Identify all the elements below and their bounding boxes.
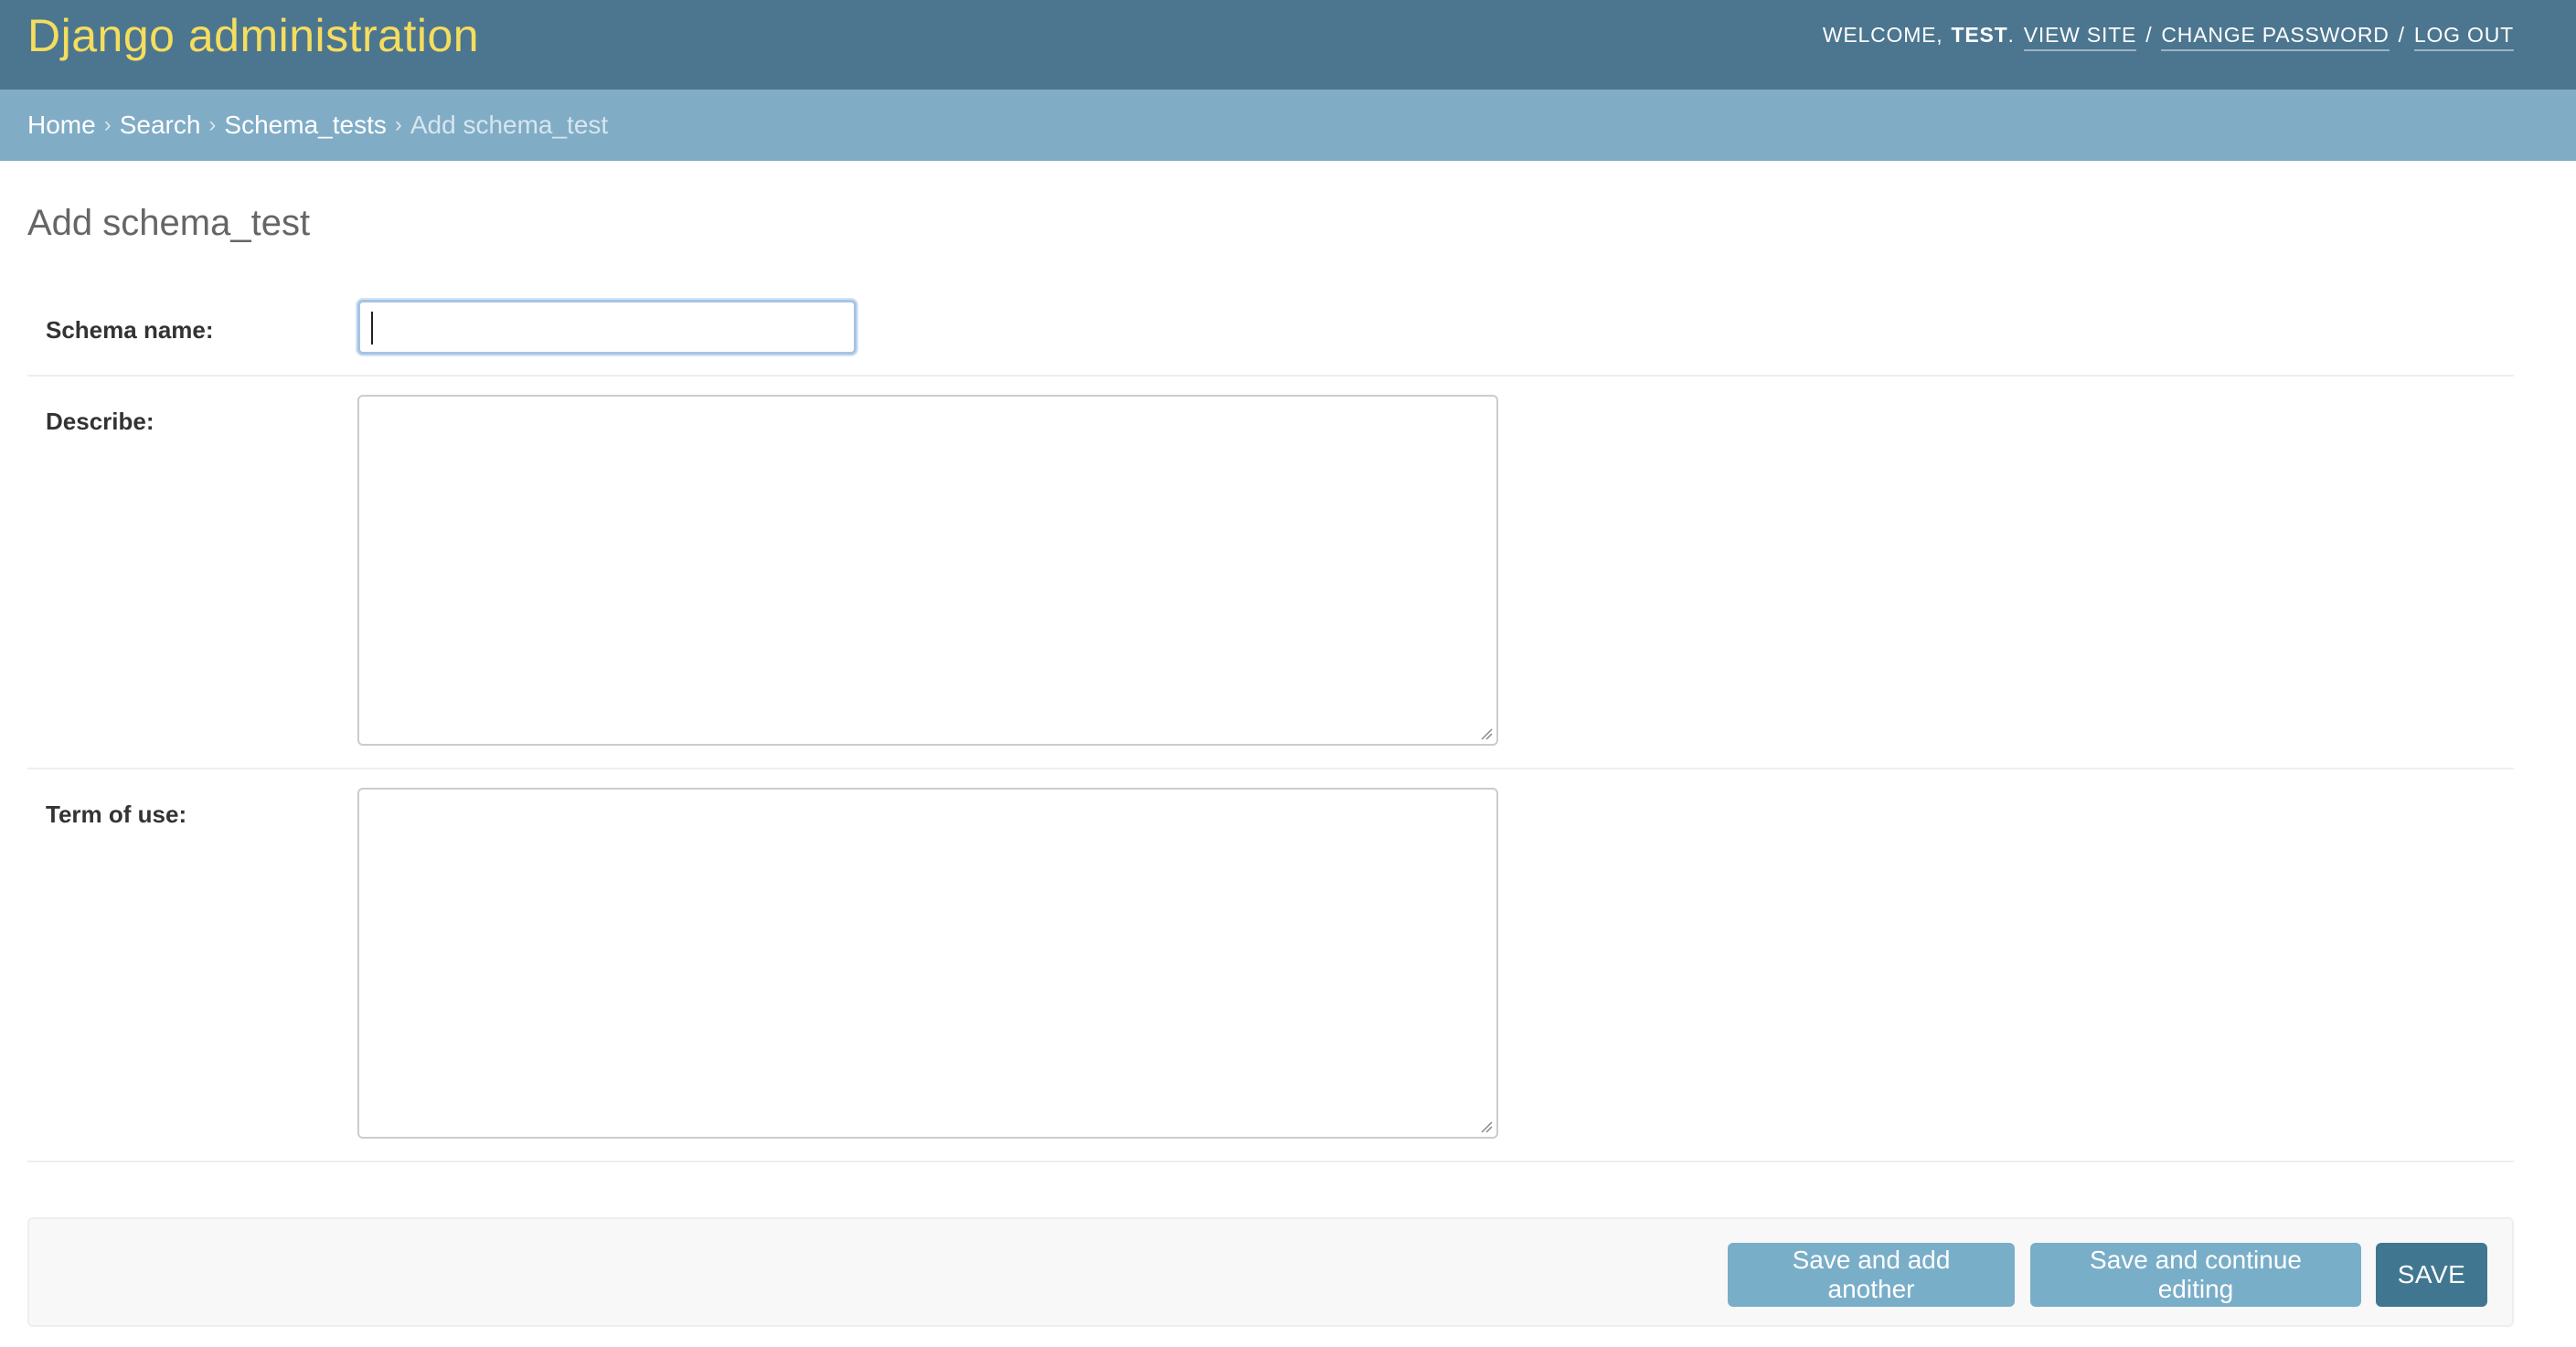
breadcrumb-current: Add schema_test	[410, 111, 609, 139]
view-site-link[interactable]: View site	[2023, 23, 2137, 51]
form-row-describe: Describe:	[27, 377, 2514, 769]
term-of-use-label: Term of use:	[46, 801, 187, 828]
describe-label: Describe:	[46, 408, 154, 435]
user-tools-separator: /	[2398, 22, 2405, 47]
resize-grip-icon[interactable]	[1478, 1119, 1493, 1133]
breadcrumb-separator: ›	[208, 112, 217, 137]
site-branding[interactable]: Django administration	[27, 9, 479, 62]
breadcrumb-separator: ›	[394, 112, 402, 137]
submit-row: Save and add another Save and continue e…	[27, 1217, 2514, 1327]
breadcrumb-schema-tests[interactable]: Schema_tests	[224, 111, 386, 140]
breadcrumb-search[interactable]: Search	[120, 111, 201, 140]
user-tools: Welcome, test . View site / Change passw…	[1823, 23, 2514, 51]
resize-grip-icon[interactable]	[1478, 726, 1493, 740]
change-password-link[interactable]: Change password	[2161, 23, 2390, 51]
describe-textarea[interactable]	[357, 395, 1498, 746]
schema-name-label: Schema name:	[46, 316, 214, 344]
term-of-use-textarea[interactable]	[357, 788, 1498, 1139]
schema-name-input[interactable]	[357, 300, 857, 355]
form-row-schema-name: Schema name:	[27, 300, 2514, 377]
breadcrumb: Home › Search › Schema_tests › Add schem…	[0, 90, 2576, 161]
save-and-add-another-button[interactable]: Save and add another	[1728, 1243, 2015, 1307]
page-title: Add schema_test	[27, 203, 311, 243]
log-out-link[interactable]: Log out	[2413, 23, 2514, 51]
user-name: test	[1951, 22, 2008, 47]
welcome-text: Welcome,	[1822, 22, 1943, 47]
user-tools-separator: /	[2145, 22, 2153, 47]
header: Django administration Welcome, test . Vi…	[0, 0, 2576, 90]
save-button[interactable]: Save	[2376, 1243, 2487, 1307]
welcome-suffix: .	[2007, 22, 2015, 47]
breadcrumb-home[interactable]: Home	[27, 111, 96, 140]
breadcrumb-separator: ›	[103, 112, 112, 137]
text-caret	[371, 312, 373, 345]
save-and-continue-editing-button[interactable]: Save and continue editing	[2030, 1243, 2361, 1307]
form-row-term-of-use: Term of use:	[27, 769, 2514, 1162]
